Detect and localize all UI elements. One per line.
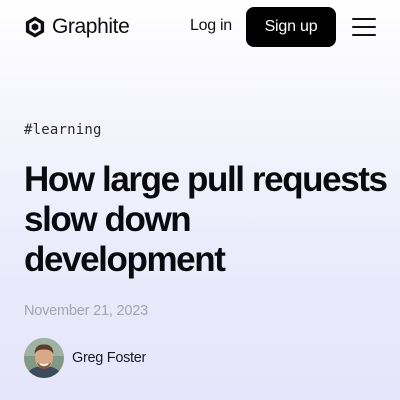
site-header: Graphite Log in Sign up (0, 0, 400, 54)
author-avatar[interactable] (24, 338, 64, 378)
logo-text: Graphite (52, 15, 130, 38)
author-byline[interactable]: Greg Foster (24, 338, 146, 378)
graphite-logo-icon (24, 16, 46, 38)
graphite-logo[interactable]: Graphite (24, 14, 130, 40)
article-tag[interactable]: #learning (24, 122, 102, 138)
author-name[interactable]: Greg Foster (72, 350, 146, 366)
article-title: How large pull requests slow down develo… (24, 160, 388, 279)
article-date: November 21, 2023 (24, 303, 148, 319)
login-link[interactable]: Log in (190, 17, 232, 35)
hamburger-menu-icon[interactable] (352, 17, 376, 37)
signup-button[interactable]: Sign up (246, 7, 336, 47)
